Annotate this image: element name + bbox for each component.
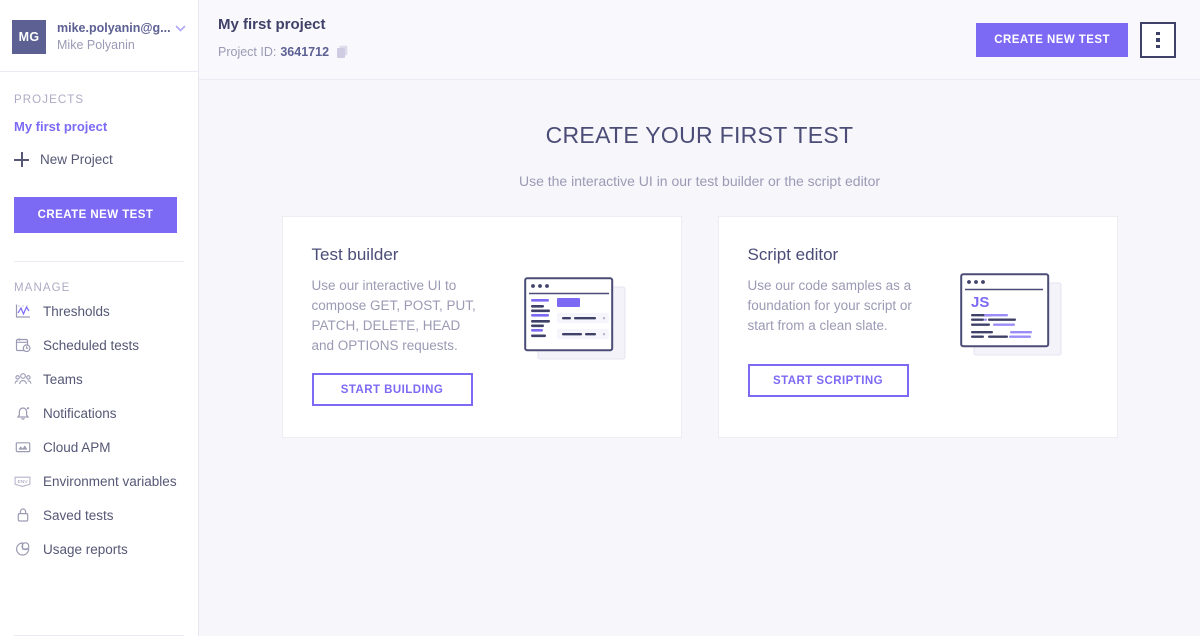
project-id-value: 3641712 — [280, 45, 330, 59]
topbar: My first project Project ID: 3641712 CRE… — [199, 0, 1200, 80]
card-description: Use our interactive UI to compose GET, P… — [311, 278, 476, 353]
sidebar-item-label: Environment variables — [43, 473, 177, 489]
sidebar-item-saved-tests[interactable]: Saved tests — [0, 498, 198, 532]
sidebar-item-label: Scheduled tests — [43, 337, 140, 353]
cards-row: Test builder Use our interactive UI to c… — [199, 216, 1200, 438]
sidebar-create-new-test-button[interactable]: CREATE NEW TEST — [14, 197, 177, 233]
sidebar-item-cloud-apm[interactable]: Cloud APM — [0, 430, 198, 464]
sidebar-cta-wrap: CREATE NEW TEST — [0, 167, 198, 233]
start-scripting-button[interactable]: START SCRIPTING — [747, 364, 909, 397]
sidebar-item-environment-variables[interactable]: ENV Environment variables — [0, 464, 198, 498]
kebab-dot — [1156, 38, 1160, 42]
cloud-apm-chart-icon — [13, 438, 32, 457]
sidebar-item-teams[interactable]: Teams — [0, 362, 198, 396]
copy-icon[interactable] — [336, 45, 349, 59]
sidebar-item-my-first-project[interactable]: My first project — [0, 106, 198, 134]
account-text: mike.polyanin@g... Mike Polyanin — [57, 20, 171, 54]
start-building-button[interactable]: START BUILDING — [311, 373, 473, 406]
sidebar-item-label: Thresholds — [43, 303, 110, 319]
card-script-editor: Script editor Use our code samples as a … — [717, 216, 1118, 438]
lock-icon — [13, 506, 32, 525]
page-title: My first project — [218, 16, 326, 33]
header-create-new-test-button[interactable]: CREATE NEW TEST — [976, 23, 1128, 57]
sidebar: MG mike.polyanin@g... Mike Polyanin PROJ… — [0, 0, 199, 636]
plus-icon — [14, 152, 29, 167]
sidebar-item-scheduled-tests[interactable]: Scheduled tests — [0, 328, 198, 362]
main-content: My first project Project ID: 3641712 CRE… — [199, 0, 1200, 636]
chart-threshold-icon — [13, 302, 32, 321]
card-test-builder: Test builder Use our interactive UI to c… — [281, 216, 682, 438]
card-title: Script editor — [747, 245, 839, 264]
sidebar-item-usage-reports[interactable]: Usage reports — [0, 532, 198, 566]
card-description: Use our code samples as a foundation for… — [747, 278, 912, 333]
pie-chart-icon — [13, 540, 32, 559]
projects-section: PROJECTS My first project New Project — [0, 72, 198, 167]
js-label: JS — [971, 294, 989, 311]
svg-text:ENV: ENV — [17, 479, 28, 485]
calendar-clock-icon — [13, 336, 32, 355]
empty-state: CREATE YOUR FIRST TEST Use the interacti… — [199, 80, 1200, 438]
sidebar-item-notifications[interactable]: Notifications — [0, 396, 198, 430]
account-switcher[interactable]: MG mike.polyanin@g... Mike Polyanin — [0, 0, 198, 72]
sidebar-item-label: Cloud APM — [43, 439, 111, 455]
account-name: Mike Polyanin — [57, 37, 135, 52]
account-email: mike.polyanin@g... — [57, 20, 171, 35]
sidebar-item-label: Usage reports — [43, 541, 128, 557]
people-group-icon — [13, 370, 32, 389]
topbar-left: My first project Project ID: 3641712 — [218, 15, 976, 59]
chevron-down-icon[interactable] — [175, 21, 186, 32]
app-root: MG mike.polyanin@g... Mike Polyanin PROJ… — [0, 0, 1200, 636]
new-project-button[interactable]: New Project — [0, 134, 198, 167]
new-project-label: New Project — [40, 152, 113, 167]
browser-window-js-code-illustration: JS — [959, 273, 1064, 364]
avatar: MG — [12, 19, 46, 54]
browser-window-form-illustration — [523, 277, 628, 368]
bell-icon — [13, 404, 32, 423]
hero-title: CREATE YOUR FIRST TEST — [545, 122, 854, 148]
hero-subtitle: Use the interactive UI in our test build… — [518, 173, 881, 189]
projects-label: PROJECTS — [14, 94, 85, 106]
env-tag-icon: ENV — [13, 472, 32, 491]
sidebar-item-label: Notifications — [43, 405, 117, 421]
project-id-label: Project ID: — [218, 45, 277, 59]
kebab-dot — [1156, 31, 1160, 36]
manage-label: MANAGE — [14, 282, 71, 294]
topbar-actions: CREATE NEW TEST — [976, 15, 1176, 58]
more-vertical-icon[interactable] — [1140, 22, 1176, 58]
card-title: Test builder — [311, 245, 399, 264]
sidebar-item-label: Saved tests — [43, 507, 114, 523]
sidebar-item-thresholds[interactable]: Thresholds — [0, 294, 198, 328]
kebab-dot — [1156, 44, 1160, 49]
sidebar-item-label: Teams — [43, 371, 83, 387]
project-id-row: Project ID: 3641712 — [218, 45, 976, 59]
manage-section: MANAGE Thresholds Scheduled tests Teams … — [0, 262, 198, 566]
